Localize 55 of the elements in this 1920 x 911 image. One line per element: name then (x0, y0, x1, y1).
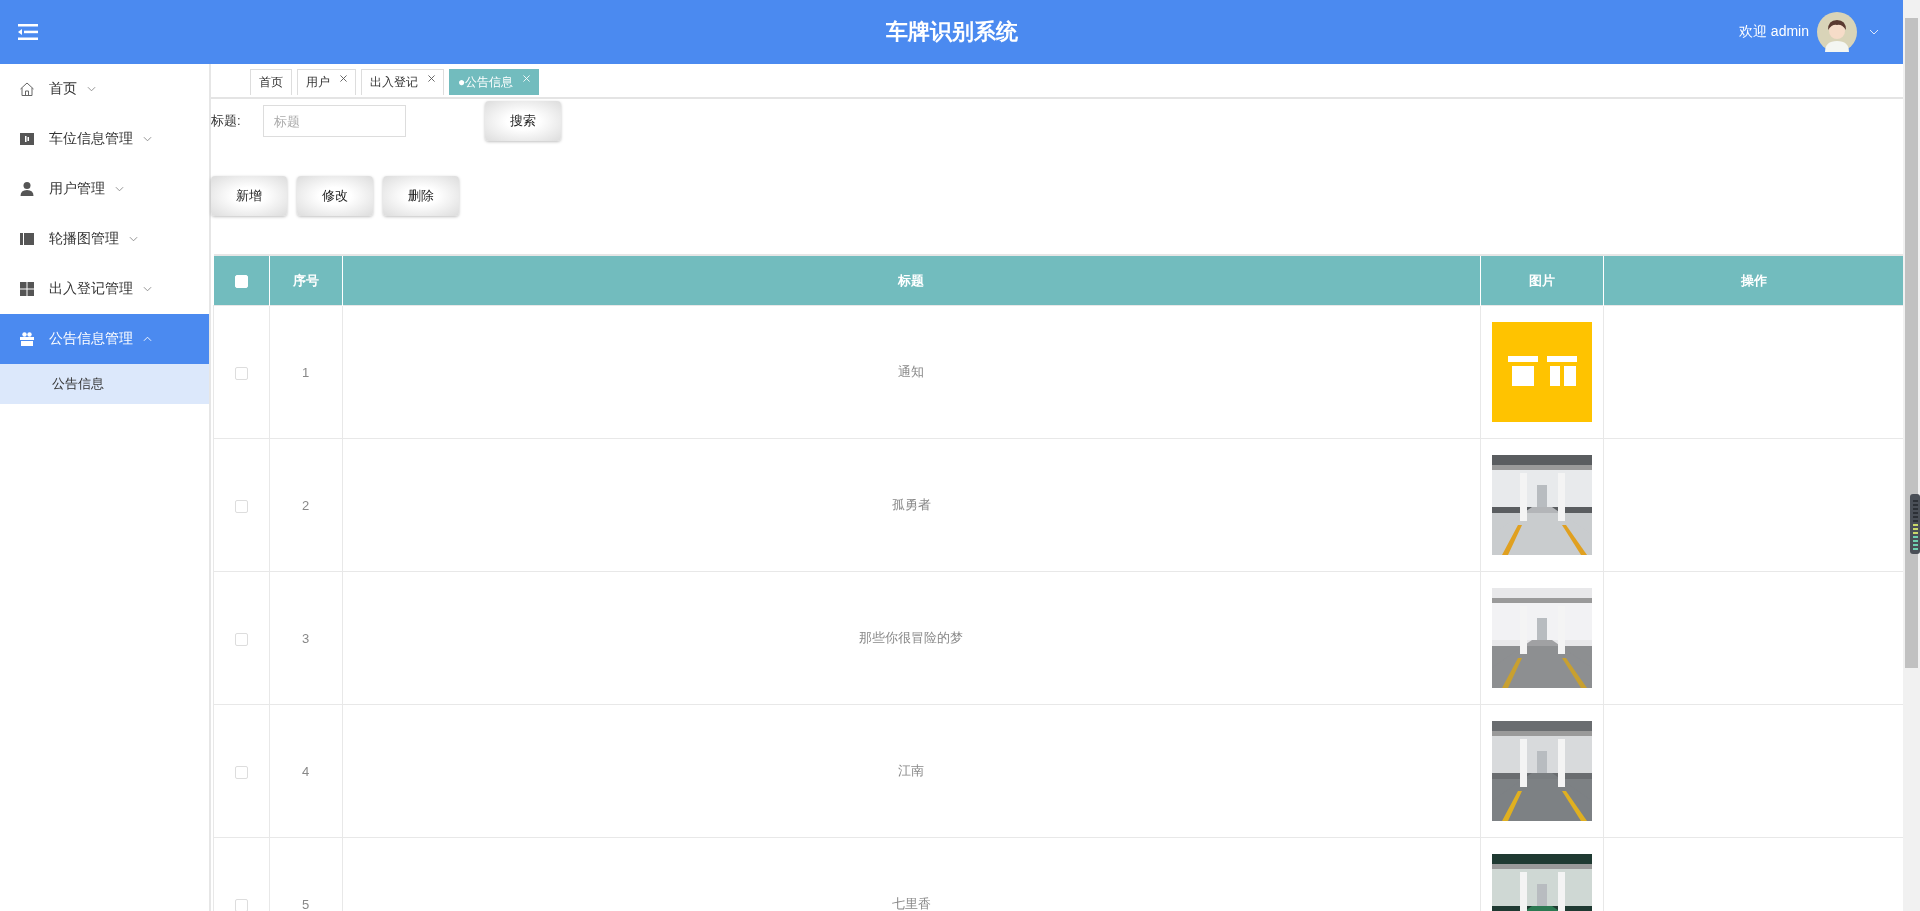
edit-button[interactable]: 修改 (297, 176, 373, 216)
column-header: 序号 (269, 255, 342, 306)
search-label: 标题: (211, 112, 242, 130)
table-cell: 江南 (342, 704, 1481, 838)
add-button[interactable]: 新增 (211, 176, 287, 216)
caret-icon (143, 336, 152, 342)
row-checkbox[interactable] (234, 632, 248, 646)
sidebar-item[interactable]: 首页 (0, 64, 209, 114)
row-checkbox[interactable] (234, 765, 248, 779)
title-search-field[interactable]: 标题 (263, 105, 406, 137)
gift-icon (19, 331, 35, 347)
sidebar-item[interactable]: 车位信息管理 (0, 114, 209, 164)
app-title: 车牌识别系统 (885, 18, 1018, 46)
chart-icon (19, 131, 35, 147)
caret-icon (143, 286, 152, 292)
table-cell: 3 (269, 571, 342, 705)
row-checkbox[interactable] (234, 499, 248, 513)
caret-icon (115, 186, 124, 192)
sidebar-item[interactable]: 用户管理 (0, 164, 209, 214)
select-all-checkbox[interactable] (234, 275, 248, 289)
table-cell: 2 (269, 438, 342, 572)
page-tab[interactable]: 用户 (297, 69, 356, 95)
column-header: 操作 (1603, 255, 1905, 306)
caret-icon (129, 236, 138, 242)
columns-icon (19, 231, 35, 247)
page-tab[interactable]: 首页 (250, 69, 292, 95)
column-header: 图片 (1480, 255, 1604, 306)
sidebar-item[interactable]: 出入登记管理 (0, 264, 209, 314)
delete-button[interactable]: 删除 (383, 176, 459, 216)
table-cell: 通知 (342, 305, 1481, 439)
table-cell: 1 (269, 305, 342, 439)
row-checkbox[interactable] (234, 366, 248, 380)
sidebar-item[interactable]: 轮播图管理 (0, 214, 209, 264)
caret-icon[interactable] (1869, 29, 1879, 35)
column-header: 标题 (342, 255, 1481, 306)
table-cell: 孤勇者 (342, 438, 1481, 572)
user-icon (19, 181, 35, 197)
table-cell: 4 (269, 704, 342, 838)
caret-icon (143, 136, 152, 142)
caret-icon (87, 86, 96, 92)
search-button[interactable]: 搜索 (485, 101, 561, 141)
welcome-text: 欢迎 admin (1738, 23, 1809, 41)
scrollbar[interactable] (1903, 0, 1920, 911)
grid-icon (19, 281, 35, 297)
table-cell: 那些你很冒险的梦 (342, 571, 1481, 705)
scrollbar-thumb[interactable] (1905, 18, 1918, 668)
close-icon[interactable] (428, 75, 435, 82)
avatar-icon[interactable] (1817, 12, 1857, 52)
home-icon (19, 81, 35, 97)
sidebar-subitem[interactable]: 公告信息 (0, 364, 209, 404)
page-tab[interactable]: 出入登记 (361, 69, 444, 95)
row-checkbox[interactable] (234, 898, 248, 911)
level-meter-icon (1910, 494, 1920, 554)
menu-icon[interactable] (18, 24, 38, 40)
close-icon[interactable] (340, 75, 347, 82)
